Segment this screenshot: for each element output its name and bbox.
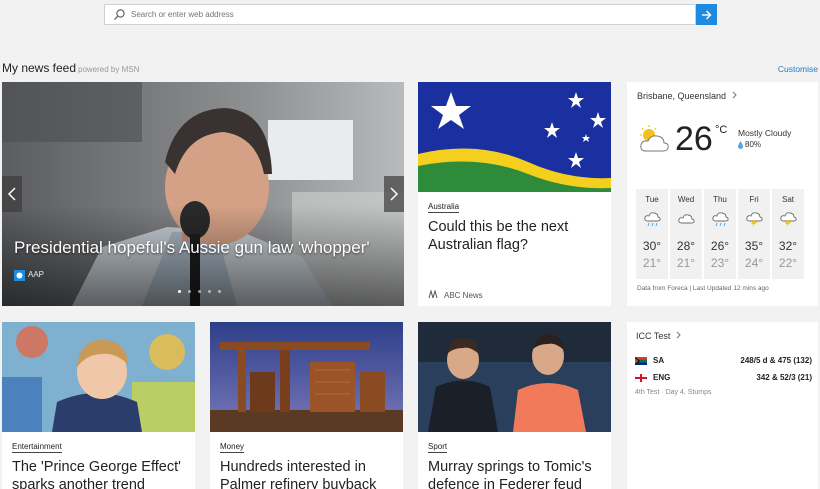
search-icon <box>114 9 125 20</box>
hero-headline[interactable]: Presidential hopeful's Aussie gun law 'w… <box>14 238 370 258</box>
chevron-right-icon <box>732 91 737 99</box>
england-flag-icon <box>635 374 647 382</box>
hero-source: AAP <box>28 270 45 279</box>
team-name: ENG <box>653 373 671 382</box>
card-category[interactable]: Entertainment <box>12 442 62 453</box>
go-button[interactable] <box>696 4 717 25</box>
carousel-dot[interactable] <box>218 290 221 293</box>
powered-by-label: powered by MSN <box>78 65 140 74</box>
forecast-day[interactable]: Fri 35° 24° <box>738 189 770 279</box>
card-title[interactable]: Murray springs to Tomic's defence in Fed… <box>428 458 603 489</box>
cloud-icon <box>678 214 695 224</box>
carousel-dots <box>178 290 221 293</box>
humidity-drop-icon <box>738 141 743 149</box>
hero-carousel[interactable] <box>2 82 404 306</box>
cricket-title-label: ICC Test <box>636 331 671 341</box>
forecast-day-name: Sat <box>781 195 794 204</box>
weather-location-label: Brisbane, Queensland <box>637 91 727 101</box>
address-input[interactable] <box>131 6 681 23</box>
chevron-right-icon <box>390 187 398 201</box>
humidity-value: 80% <box>745 140 762 149</box>
carousel-dot[interactable] <box>188 290 191 293</box>
forecast-low: 21° <box>642 256 662 270</box>
news-card-australia[interactable]: Australia Could this be the next Austral… <box>418 82 611 306</box>
forecast-high: 30° <box>642 239 662 253</box>
cricket-title[interactable]: ICC Test <box>636 331 682 341</box>
forecast-high: 26° <box>710 239 730 253</box>
card-category[interactable]: Money <box>220 442 245 453</box>
news-card-entertainment[interactable]: Entertainment The 'Prince George Effect'… <box>2 322 195 489</box>
forecast-low: 24° <box>744 256 764 270</box>
rain-cloud-icon <box>644 212 661 227</box>
feed-title: My news feed <box>2 61 77 75</box>
storm-cloud-icon <box>746 212 763 227</box>
card-title[interactable]: The 'Prince George Effect' sparks anothe… <box>12 458 187 489</box>
refinery-image <box>210 322 403 432</box>
prince-george-image <box>2 322 195 432</box>
forecast-day[interactable]: Tue 30° 21° <box>636 189 668 279</box>
team-score: 248/5 d & 475 (132) <box>740 356 812 365</box>
forecast-day-name: Tue <box>645 195 659 204</box>
forecast-day-name: Wed <box>677 195 695 204</box>
address-bar[interactable] <box>104 4 696 25</box>
weather-footer: Data from Foreca | Last Updated 12 mins … <box>637 285 769 292</box>
card-category[interactable]: Sport <box>428 442 448 453</box>
forecast-low: 21° <box>676 256 696 270</box>
forecast-day[interactable]: Thu 26° 23° <box>704 189 736 279</box>
forecast-day[interactable]: Wed 28° 21° <box>670 189 702 279</box>
south-africa-flag-icon <box>635 357 647 365</box>
customise-link[interactable]: Customise <box>778 64 818 74</box>
forecast-high: 35° <box>744 239 764 253</box>
aap-logo-icon <box>14 270 25 281</box>
abc-logo-icon <box>428 290 438 299</box>
forecast-day[interactable]: Sat 32° 22° <box>772 189 804 279</box>
forecast-low: 23° <box>710 256 730 270</box>
partly-cloudy-icon <box>640 125 669 152</box>
forecast-day-name: Thu <box>713 195 727 204</box>
hero-image <box>2 82 404 306</box>
temperature-unit: °C <box>715 124 728 136</box>
news-card-money[interactable]: Money Hundreds interested in Palmer refi… <box>210 322 403 489</box>
card-category[interactable]: Australia <box>428 202 460 213</box>
score-row: SA 248/5 d & 475 (132) <box>635 355 812 367</box>
forecast-high: 32° <box>778 239 798 253</box>
tennis-image <box>418 322 611 432</box>
team-name: SA <box>653 356 665 365</box>
forecast-low: 22° <box>778 256 798 270</box>
forecast-strip: Tue 30° 21° Wed 28° 21° Thu 26° 23° Fri … <box>636 189 804 279</box>
weather-card[interactable]: Brisbane, Queensland 26 °C Mostly Cloudy… <box>627 82 818 306</box>
card-title[interactable]: Hundreds interested in Palmer refinery b… <box>220 458 395 489</box>
carousel-next-button[interactable] <box>384 176 404 212</box>
weather-location[interactable]: Brisbane, Queensland <box>637 91 738 101</box>
card-title[interactable]: Could this be the next Australian flag? <box>428 218 603 254</box>
team-score: 342 & 52/3 (21) <box>756 373 812 382</box>
news-card-sport[interactable]: Sport Murray springs to Tomic's defence … <box>418 322 611 489</box>
chevron-left-icon <box>8 187 16 201</box>
flag-image <box>418 82 611 192</box>
forecast-high: 28° <box>676 239 696 253</box>
forecast-day-name: Fri <box>749 195 759 204</box>
card-source: ABC News <box>444 291 483 300</box>
arrow-right-icon <box>702 10 712 19</box>
current-temperature: 26 <box>675 120 713 158</box>
carousel-prev-button[interactable] <box>2 176 22 212</box>
storm-cloud-icon <box>780 212 797 227</box>
score-row: ENG 342 & 52/3 (21) <box>635 372 812 384</box>
chevron-right-icon <box>676 331 681 339</box>
carousel-dot[interactable] <box>178 290 181 293</box>
cricket-scores-card[interactable]: ICC Test SA 248/5 d & 475 (132) ENG 342 … <box>627 322 818 489</box>
rain-cloud-icon <box>712 212 729 227</box>
match-status: 4th Test · Day 4, Stumps <box>635 389 712 396</box>
weather-condition: Mostly Cloudy <box>738 128 792 138</box>
carousel-dot[interactable] <box>198 290 201 293</box>
carousel-dot[interactable] <box>208 290 211 293</box>
